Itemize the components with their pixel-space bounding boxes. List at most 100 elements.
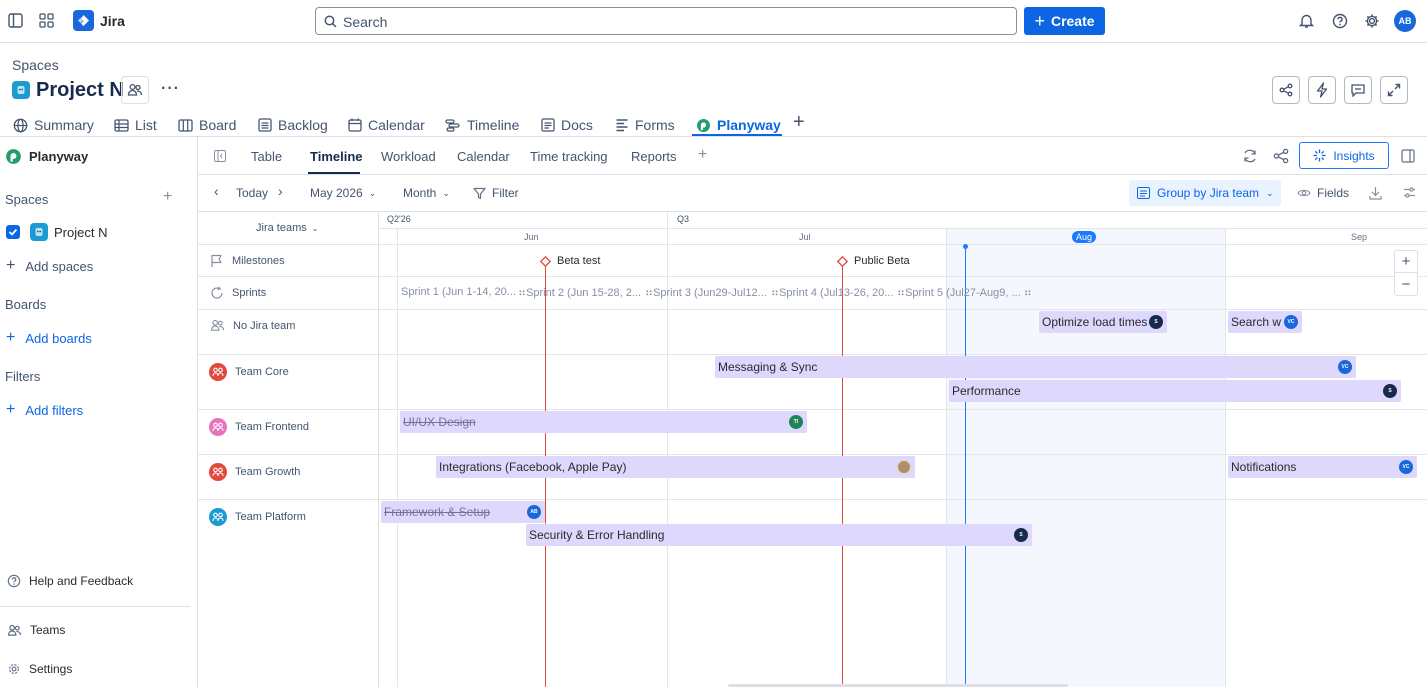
subtab-time-tracking[interactable]: Time tracking xyxy=(530,149,608,164)
task-bar-security-error-handling[interactable]: Security & Error Handling S xyxy=(526,524,1032,546)
sidebar-app-title: Planyway xyxy=(29,149,89,164)
prev-period-chevron-icon[interactable]: ‹ xyxy=(214,183,219,199)
row-divider xyxy=(198,454,1427,455)
tab-timeline[interactable]: Timeline xyxy=(445,113,519,137)
sprint-separator-icon: ⠶ xyxy=(1023,287,1032,299)
sprint-3-label: Sprint 3 (Jun29-Jul12... xyxy=(653,287,767,299)
task-label: Integrations (Facebook, Apple Pay) xyxy=(439,460,627,474)
period-selector[interactable]: May 2026 ⌄ xyxy=(310,186,376,200)
task-bar-search[interactable]: Search w VC xyxy=(1228,311,1302,333)
tab-docs[interactable]: Docs xyxy=(541,113,593,137)
milestone-public-beta[interactable]: Public Beta xyxy=(837,255,910,267)
fields-label: Fields xyxy=(1317,186,1350,200)
refresh-sync-icon xyxy=(1244,149,1256,163)
task-bar-notifications[interactable]: Notifications VC xyxy=(1228,456,1417,478)
sprint-4[interactable]: ⠶Sprint 4 (Jul13-26, 20... xyxy=(771,286,893,299)
sprint-separator-icon: ⠶ xyxy=(771,287,780,299)
tab-list[interactable]: List xyxy=(114,113,157,137)
docs-icon xyxy=(541,118,555,132)
add-boards-link[interactable]: + Add boards xyxy=(6,329,92,347)
sprint-cycle-icon xyxy=(211,286,223,299)
sprint-1[interactable]: Sprint 1 (Jun 1-14, 20... xyxy=(401,286,516,298)
project-checkbox[interactable] xyxy=(6,225,20,239)
share-icon[interactable] xyxy=(1272,76,1300,104)
row-divider xyxy=(198,354,1427,355)
tab-summary[interactable]: Summary xyxy=(13,113,94,137)
backlog-icon xyxy=(258,118,272,132)
tab-board[interactable]: Board xyxy=(178,113,236,137)
jira-teams-column-header[interactable]: Jira teams ⌄ xyxy=(256,222,318,234)
add-space-plus-icon[interactable]: + xyxy=(163,188,172,206)
automation-lightning-icon[interactable] xyxy=(1308,76,1336,104)
task-bar-integrations[interactable]: Integrations (Facebook, Apple Pay) xyxy=(436,456,915,478)
app-name[interactable]: Jira xyxy=(100,13,125,29)
teams-icon xyxy=(7,624,22,636)
milestone-beta-test[interactable]: Beta test xyxy=(540,255,600,267)
add-view-plus-icon[interactable]: + xyxy=(698,146,707,164)
sidebar-item-project[interactable]: Project N xyxy=(54,225,107,240)
feedback-icon[interactable] xyxy=(1344,76,1372,104)
filter-button[interactable]: Filter xyxy=(473,186,519,200)
plus-icon: + xyxy=(6,257,16,274)
tab-planyway-label: Planyway xyxy=(717,117,781,133)
task-bar-framework-setup[interactable]: Framework & Setup AB xyxy=(381,501,545,523)
fullscreen-expand-icon[interactable] xyxy=(1380,76,1408,104)
fields-button[interactable]: Fields xyxy=(1297,186,1349,200)
app-switcher-icon[interactable] xyxy=(39,13,54,28)
help-icon[interactable] xyxy=(1332,13,1348,29)
tab-calendar[interactable]: Calendar xyxy=(348,113,425,137)
quarter-divider xyxy=(667,212,668,687)
more-options-icon[interactable]: ··· xyxy=(161,80,180,98)
tab-forms[interactable]: Forms xyxy=(615,113,675,137)
create-button[interactable]: + Create xyxy=(1024,7,1105,35)
sprint-5-label: Sprint 5 (Jul27-Aug9, ... xyxy=(905,287,1021,299)
sprint-5[interactable]: ⠶Sprint 5 (Jul27-Aug9, ... ⠶ xyxy=(897,286,1032,299)
tab-summary-label: Summary xyxy=(34,117,94,133)
page-title: Project N xyxy=(36,79,124,101)
subtab-calendar[interactable]: Calendar xyxy=(457,149,510,164)
group-by-selector[interactable]: Group by Jira team ⌄ xyxy=(1129,180,1281,206)
insights-button[interactable]: Insights xyxy=(1299,142,1389,169)
sidebar-toggle-icon[interactable] xyxy=(8,13,23,28)
tab-forms-label: Forms xyxy=(635,117,675,133)
next-period-chevron-icon[interactable]: › xyxy=(278,183,283,199)
task-bar-messaging-sync[interactable]: Messaging & Sync VC xyxy=(715,356,1356,378)
project-avatar-icon xyxy=(30,223,48,241)
month-divider xyxy=(397,229,398,687)
task-bar-optimize-load-times[interactable]: Optimize load times S xyxy=(1039,311,1167,333)
task-label: Messaging & Sync xyxy=(718,360,818,374)
add-tab-plus-icon[interactable]: + xyxy=(793,111,805,134)
tab-board-label: Board xyxy=(199,117,237,133)
add-filters-link[interactable]: + Add filters xyxy=(6,401,83,419)
bell-icon[interactable] xyxy=(1299,13,1314,29)
zoom-in-button[interactable]: + xyxy=(1395,251,1417,273)
add-spaces-link[interactable]: + Add spaces xyxy=(6,257,93,275)
teams-link[interactable]: Teams xyxy=(7,623,65,637)
task-bar-performance[interactable]: Performance S xyxy=(949,380,1401,402)
breadcrumb[interactable]: Spaces xyxy=(12,57,59,73)
subtab-workload[interactable]: Workload xyxy=(381,149,436,164)
sprint-3[interactable]: ⠶Sprint 3 (Jun29-Jul12... xyxy=(645,286,767,299)
zoom-out-button[interactable]: − xyxy=(1395,273,1417,295)
collapse-panel-icon xyxy=(214,150,226,162)
subtab-timeline[interactable]: Timeline xyxy=(310,149,363,164)
scale-label: Month xyxy=(403,186,437,200)
assignee-avatar: S xyxy=(1149,315,1163,329)
jira-logo-icon[interactable] xyxy=(73,10,94,31)
task-bar-ui-ux-design[interactable]: UI/UX Design TI xyxy=(400,411,807,433)
team-people-icon[interactable] xyxy=(121,76,149,104)
search-input[interactable]: Search xyxy=(315,7,1017,35)
subtab-table[interactable]: Table xyxy=(251,149,282,164)
today-button[interactable]: Today xyxy=(236,186,268,200)
tab-backlog[interactable]: Backlog xyxy=(258,113,328,137)
today-line xyxy=(965,246,966,687)
help-feedback-link[interactable]: Help and Feedback xyxy=(7,574,133,588)
sprint-2[interactable]: ⠶Sprint 2 (Jun 15-28, 2... xyxy=(518,286,641,299)
settings-link[interactable]: Settings xyxy=(7,662,72,676)
task-label: Performance xyxy=(952,384,1021,398)
subtab-reports[interactable]: Reports xyxy=(631,149,677,164)
user-avatar[interactable]: AB xyxy=(1394,10,1416,32)
settings-gear-icon[interactable] xyxy=(1364,13,1380,29)
scale-selector[interactable]: Month ⌄ xyxy=(403,186,450,200)
help-feedback-label: Help and Feedback xyxy=(29,574,134,588)
